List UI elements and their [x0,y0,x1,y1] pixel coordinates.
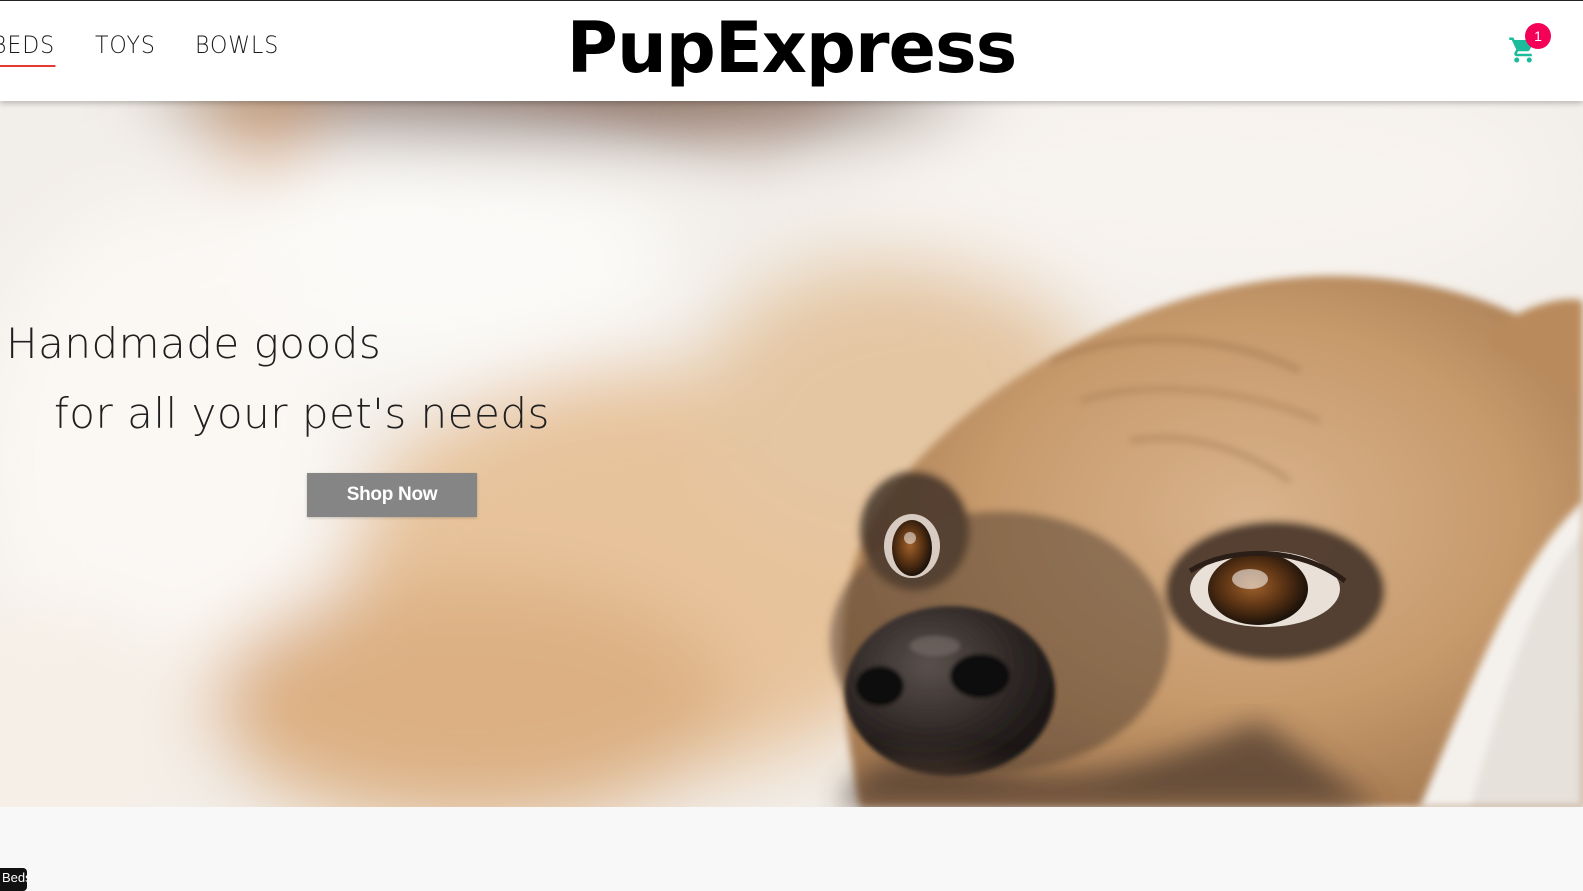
shopping-cart-icon [1508,37,1538,69]
content-area [0,807,1583,891]
cart-button[interactable]: 1 [1508,23,1551,69]
hero-banner: Handmade goods for all your pet's needs … [0,101,1583,807]
hero-headline-line1: Handmade goods [6,319,382,368]
site-logo[interactable]: PupExpress [0,13,1583,83]
hero-headline-line2: for all your pet's needs [54,389,550,438]
cart-count-badge: 1 [1525,23,1551,49]
tooltip: Beds [0,868,27,891]
hero-image-pug [0,101,1583,807]
site-header: BEDS TOYS BOWLS PupExpress 1 [0,0,1583,101]
shop-now-button[interactable]: Shop Now [307,473,477,517]
